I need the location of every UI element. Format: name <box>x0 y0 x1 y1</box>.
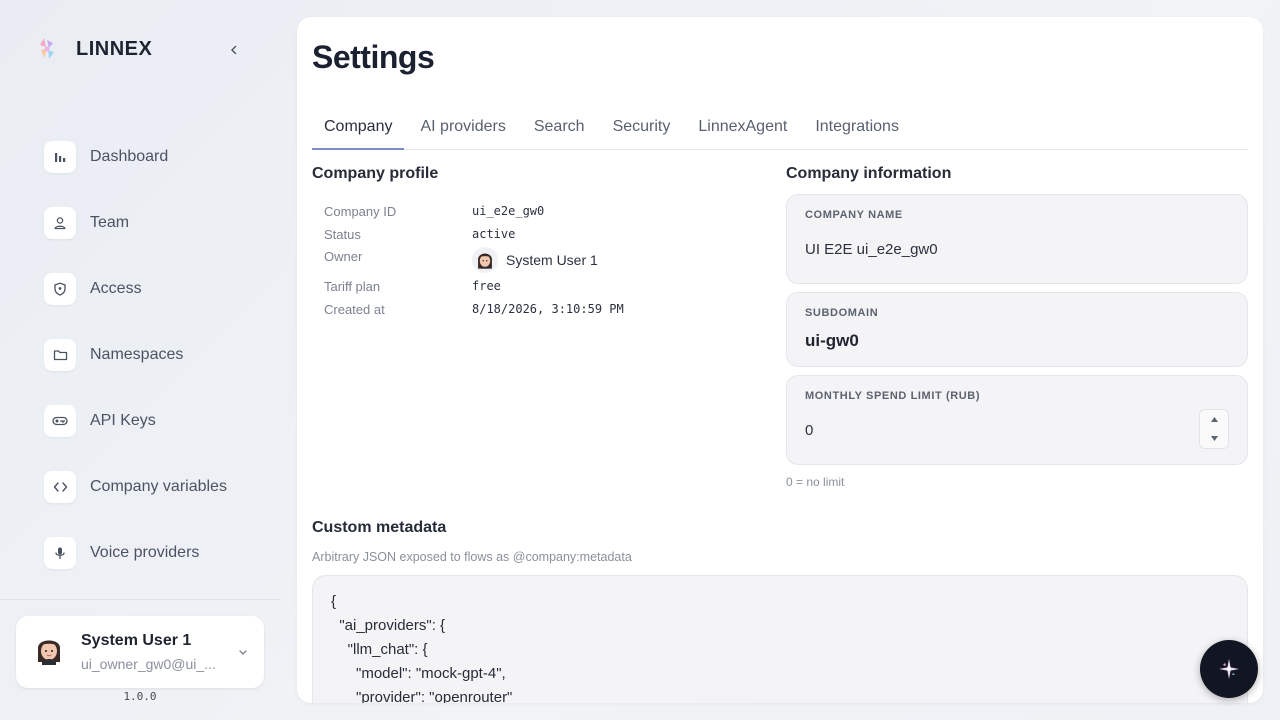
caret-down-icon <box>1210 436 1218 441</box>
caret-up-icon <box>1210 417 1218 422</box>
settings-tabs: Company AI providers Search Security Lin… <box>312 110 1248 150</box>
tab-company[interactable]: Company <box>312 110 405 150</box>
company-id-value: ui_e2e_gw0 <box>472 204 545 218</box>
status-label: Status <box>324 226 361 242</box>
sidebar-divider <box>0 599 280 600</box>
company-information-title: Company information <box>786 165 952 182</box>
tab-search[interactable]: Search <box>522 110 597 150</box>
custom-metadata-subtitle: Arbitrary JSON exposed to flows as @comp… <box>312 550 632 564</box>
sidebar-item-label: Voice providers <box>90 544 200 561</box>
main-panel: Settings Company AI providers Search Sec… <box>297 17 1263 703</box>
user-meta: System User 1 ui_owner_gw0@ui_... <box>81 632 236 672</box>
custom-metadata-title: Custom metadata <box>312 519 447 536</box>
tariff-value: free <box>472 279 501 293</box>
json-line: "provider": "openrouter" <box>331 689 513 703</box>
company-id-label: Company ID <box>324 203 397 219</box>
sidebar-item-label: Access <box>90 280 142 297</box>
owner-value: System User 1 <box>472 247 598 273</box>
owner-name: System User 1 <box>506 252 598 268</box>
tab-ai-providers[interactable]: AI providers <box>408 110 517 150</box>
sidebar-item-label: Company variables <box>90 478 227 495</box>
sidebar-item-label: API Keys <box>90 412 156 429</box>
user-icon <box>44 207 76 239</box>
profile-row-created: Created at 8/18/2026, 3:10:59 PM <box>324 301 624 317</box>
decrement-button[interactable] <box>1200 429 1228 448</box>
sidebar-item-team[interactable]: Team <box>44 206 227 240</box>
chevron-left-icon <box>231 45 237 55</box>
chevron-down-icon <box>239 650 247 655</box>
tariff-label: Tariff plan <box>324 278 381 294</box>
subdomain-label: SUBDOMAIN <box>805 307 879 319</box>
brand[interactable]: LINNEX <box>32 34 152 64</box>
microphone-icon <box>44 537 76 569</box>
assistant-button[interactable] <box>1200 640 1258 698</box>
monthly-spend-limit-label: MONTHLY SPEND LIMIT (RUB) <box>805 390 981 402</box>
sidebar: LINNEX Dashboard Team Access Namespaces … <box>0 0 280 720</box>
profile-row-tariff: Tariff plan free <box>324 278 624 294</box>
metadata-json-editor[interactable]: { "ai_providers": { "llm_chat": { "model… <box>312 575 1248 703</box>
bar-chart-icon <box>44 141 76 173</box>
tab-integrations[interactable]: Integrations <box>803 110 911 150</box>
owner-label: Owner <box>324 249 363 264</box>
sidebar-item-company-variables[interactable]: Company variables <box>44 470 227 504</box>
sidebar-item-voice-providers[interactable]: Voice providers <box>44 536 227 570</box>
monthly-spend-limit-field[interactable]: MONTHLY SPEND LIMIT (RUB) 0 <box>786 375 1248 465</box>
shield-icon <box>44 273 76 305</box>
user-email: ui_owner_gw0@ui_... <box>81 656 216 672</box>
tab-security[interactable]: Security <box>601 110 683 150</box>
sidebar-item-label: Namespaces <box>90 346 184 363</box>
json-line: "ai_providers": { <box>331 617 446 634</box>
collapse-sidebar-button[interactable] <box>224 40 244 60</box>
status-value: active <box>472 227 516 241</box>
subdomain-field[interactable]: SUBDOMAIN ui-gw0 <box>786 292 1248 367</box>
user-name: System User 1 <box>81 632 192 649</box>
monthly-spend-limit-input[interactable]: 0 <box>805 422 813 439</box>
sidebar-item-api-keys[interactable]: API Keys <box>44 404 227 438</box>
avatar <box>34 637 64 667</box>
sidebar-nav: Dashboard Team Access Namespaces API Key… <box>44 140 227 602</box>
key-icon <box>44 405 76 437</box>
json-line: { <box>331 593 337 610</box>
sidebar-item-label: Team <box>90 214 130 231</box>
sidebar-item-dashboard[interactable]: Dashboard <box>44 140 227 174</box>
profile-row-status: Status active <box>324 226 624 242</box>
company-name-label: COMPANY NAME <box>805 209 903 221</box>
created-label: Created at <box>324 301 385 317</box>
linnex-logo-icon <box>32 34 62 64</box>
json-line: "model": "mock-gpt-4", <box>331 665 506 682</box>
profile-row-owner: Owner System User 1 <box>324 245 624 275</box>
profile-row-company-id: Company ID ui_e2e_gw0 <box>324 203 624 219</box>
avatar <box>472 247 498 273</box>
spend-limit-hint: 0 = no limit <box>786 475 845 489</box>
sidebar-item-label: Dashboard <box>90 148 169 165</box>
user-menu[interactable]: System User 1 ui_owner_gw0@ui_... <box>16 616 264 688</box>
tab-linnexagent[interactable]: LinnexAgent <box>686 110 799 150</box>
company-profile-title: Company profile <box>312 165 439 182</box>
company-name-input[interactable]: UI E2E ui_e2e_gw0 <box>805 241 938 258</box>
page-title: Settings <box>312 39 435 75</box>
subdomain-input[interactable]: ui-gw0 <box>805 331 859 351</box>
created-value: 8/18/2026, 3:10:59 PM <box>472 302 624 316</box>
brand-name: LINNEX <box>76 37 153 60</box>
app-version: 1.0.0 <box>123 690 157 703</box>
company-profile: Company ID ui_e2e_gw0 Status active Owne… <box>324 203 624 317</box>
sidebar-item-access[interactable]: Access <box>44 272 227 306</box>
folder-icon <box>44 339 76 371</box>
company-name-field[interactable]: COMPANY NAME UI E2E ui_e2e_gw0 <box>786 194 1248 284</box>
sidebar-item-namespaces[interactable]: Namespaces <box>44 338 227 372</box>
json-line: "llm_chat": { <box>331 641 428 658</box>
code-icon <box>44 471 76 503</box>
increment-button[interactable] <box>1200 410 1228 429</box>
sparkle-icon <box>1219 659 1239 679</box>
quantity-stepper[interactable] <box>1199 409 1229 449</box>
